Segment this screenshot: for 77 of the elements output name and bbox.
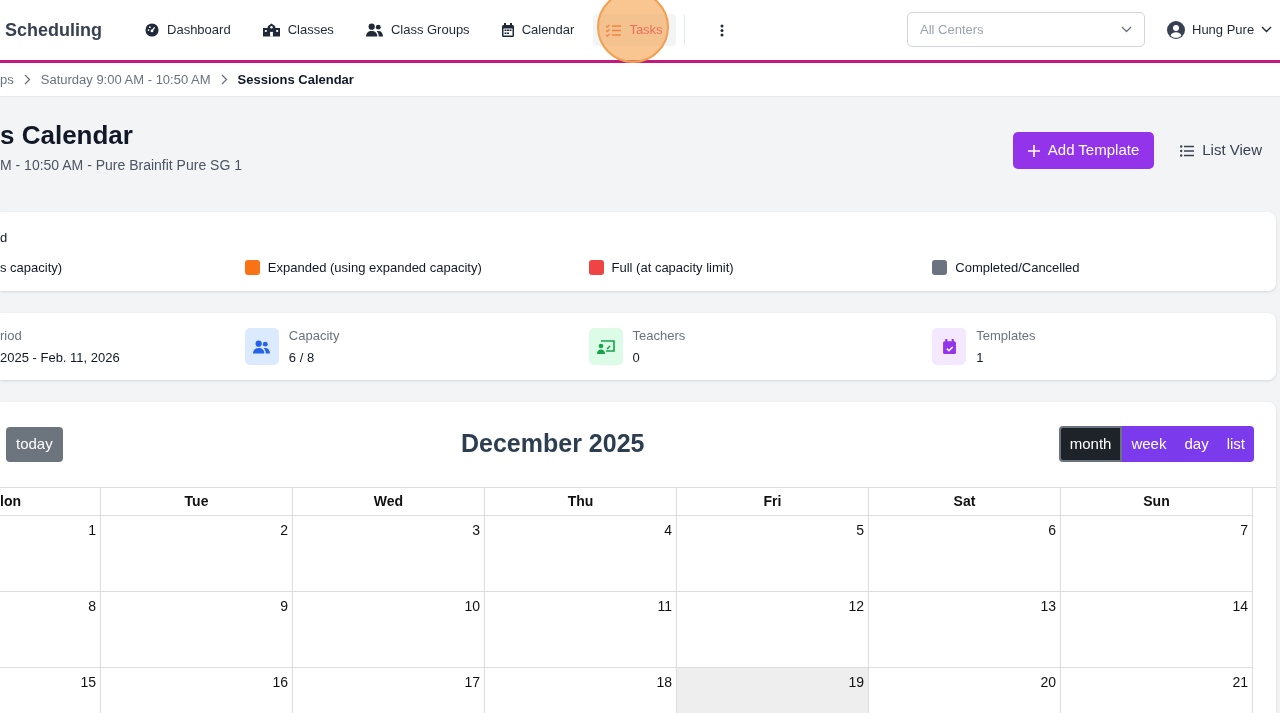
stat-label: Capacity xyxy=(288,326,340,345)
nav-link[interactable]: Calendar xyxy=(488,14,588,46)
day-cell[interactable]: 11 xyxy=(485,591,677,667)
calendar-check-icon xyxy=(932,328,967,365)
stat-label: riod xyxy=(0,326,23,345)
gauge-icon xyxy=(145,23,159,37)
nav-link[interactable]: Class Groups xyxy=(352,14,483,46)
day-cell[interactable]: 16 xyxy=(101,667,293,713)
breadcrumb-link[interactable]: ps xyxy=(0,69,14,90)
weekday-header: Thu xyxy=(567,492,594,511)
day-cell[interactable]: 8 xyxy=(0,591,101,667)
day-cell[interactable]: 20 xyxy=(869,667,1061,713)
day-cell[interactable]: 14 xyxy=(1061,591,1253,667)
chevron-down-icon xyxy=(1121,26,1132,33)
list-icon xyxy=(1180,144,1195,157)
day-cell[interactable]: 9 xyxy=(101,591,293,667)
view-tab[interactable]: week xyxy=(1122,426,1176,462)
stat-label: Templates xyxy=(976,326,1036,345)
day-cell[interactable]: 4 xyxy=(485,515,677,591)
view-tab[interactable]: day xyxy=(1175,426,1218,462)
day-cell[interactable]: 7 xyxy=(1061,515,1253,591)
day-cell[interactable]: 1 xyxy=(0,515,101,591)
page-subtitle: M - 10:50 AM - Pure Brainfit Pure SG 1 xyxy=(0,156,242,175)
weekday-header: Fri xyxy=(763,492,782,511)
stat-value: 0 xyxy=(632,349,641,367)
stat-value: 6 / 8 xyxy=(288,349,316,367)
breadcrumb-link[interactable]: Saturday 9:00 AM - 10:50 AM xyxy=(40,69,211,90)
nav-link[interactable]: Classes xyxy=(249,14,347,46)
add-template-button[interactable]: Add Template xyxy=(1012,132,1155,169)
day-cell[interactable]: 21 xyxy=(1061,667,1253,713)
today-button[interactable]: today xyxy=(6,426,63,462)
day-cell[interactable]: 2 xyxy=(101,515,293,591)
app-title: Scheduling xyxy=(5,18,102,42)
kebab-menu-icon[interactable] xyxy=(719,23,724,37)
stat-value: 1 xyxy=(976,349,985,367)
legend-label: Completed/Cancelled xyxy=(955,259,1080,277)
weekday-header: lon xyxy=(0,492,21,511)
nav-link[interactable]: Dashboard xyxy=(132,14,244,46)
day-cell[interactable]: 5 xyxy=(677,515,869,591)
day-cell[interactable]: 19 xyxy=(677,667,869,713)
stat-label: Teachers xyxy=(632,326,686,345)
view-tab[interactable]: list xyxy=(1217,426,1254,462)
cursor-highlight xyxy=(597,0,669,63)
teacher-board-icon xyxy=(588,328,623,365)
user-avatar-icon xyxy=(1167,20,1185,39)
users-icon xyxy=(365,23,383,37)
day-cell[interactable]: 12 xyxy=(677,591,869,667)
legend-label: Full (at capacity limit) xyxy=(611,259,734,277)
day-cell[interactable]: 13 xyxy=(869,591,1061,667)
list-view-button[interactable]: List View xyxy=(1180,139,1262,162)
users-icon xyxy=(244,328,279,365)
chevron-down-icon xyxy=(1261,26,1273,34)
day-cell[interactable]: 3 xyxy=(293,515,485,591)
day-cell[interactable]: 18 xyxy=(485,667,677,713)
chevron-right-icon xyxy=(220,74,228,85)
day-cell[interactable]: 6 xyxy=(869,515,1061,591)
page-title: s Calendar xyxy=(0,119,134,151)
day-cell[interactable]: 17 xyxy=(293,667,485,713)
legend-label: Expanded (using expanded capacity) xyxy=(267,259,482,277)
stat-value: 2025 - Feb. 11, 2026 xyxy=(0,349,120,367)
weekday-header: Wed xyxy=(373,492,404,511)
legend-label: s capacity) xyxy=(0,259,63,277)
calendar-title: December 2025 xyxy=(461,428,645,460)
weekday-header: Tue xyxy=(184,492,209,511)
weekday-header: Sat xyxy=(953,492,976,511)
view-tab[interactable]: month xyxy=(1058,426,1123,462)
day-cell[interactable]: 10 xyxy=(293,591,485,667)
user-menu[interactable]: Hung Pure xyxy=(1167,20,1273,40)
breadcrumb-current: Sessions Calendar xyxy=(237,70,354,89)
task-list-icon xyxy=(606,23,622,37)
calendar-icon xyxy=(501,23,514,37)
weekday-header: Sun xyxy=(1143,492,1170,511)
day-cell[interactable]: 15 xyxy=(0,667,101,713)
school-building-icon xyxy=(262,23,280,37)
legend-title: d xyxy=(0,229,9,246)
chevron-right-icon xyxy=(23,74,31,85)
plus-icon xyxy=(1027,144,1040,157)
